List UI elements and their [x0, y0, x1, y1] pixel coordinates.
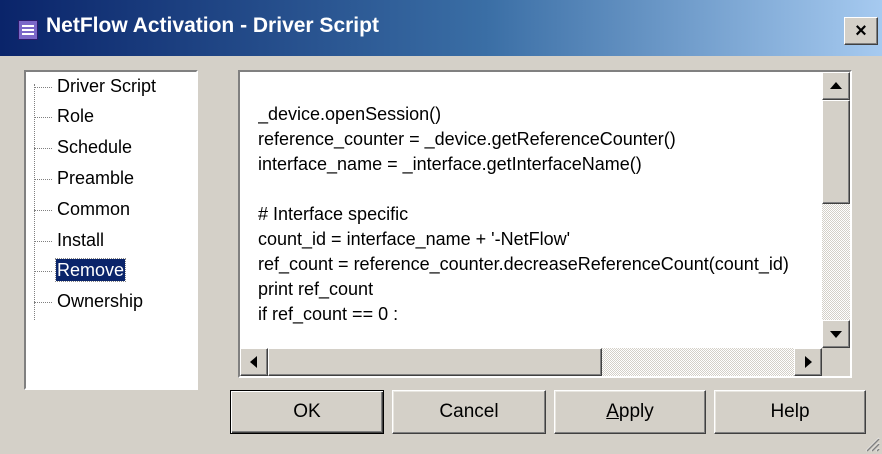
vertical-scroll-thumb[interactable]: [822, 100, 850, 204]
code-line: print ref_count: [258, 279, 374, 299]
tree-item-common[interactable]: Common: [34, 195, 194, 225]
arrow-right-icon: [805, 356, 812, 368]
tree-connector: [34, 302, 52, 303]
apply-accelerator: A: [606, 401, 619, 422]
scroll-up-button[interactable]: [822, 72, 850, 100]
cancel-button[interactable]: Cancel: [392, 390, 546, 434]
tree-connector: [34, 179, 52, 180]
apply-button[interactable]: Apply: [554, 390, 706, 434]
ok-button[interactable]: OK: [230, 390, 384, 434]
resize-grip-icon[interactable]: [862, 434, 880, 452]
tree-item-ownership[interactable]: Ownership: [34, 287, 194, 317]
tree-item-label: Schedule: [57, 137, 133, 157]
tree-item-schedule[interactable]: Schedule: [34, 133, 194, 163]
tree-item-driver-script[interactable]: Driver Script: [34, 72, 194, 102]
tree-item-label: Driver Script: [57, 76, 157, 96]
arrow-down-icon: [830, 331, 842, 338]
scroll-right-button[interactable]: [794, 348, 822, 376]
tree-item-install[interactable]: Install: [34, 226, 194, 256]
arrow-up-icon: [830, 82, 842, 89]
tree-item-label: Common: [57, 199, 131, 219]
code-line: interface_name = _interface.getInterface…: [258, 154, 642, 174]
code-line: count_id = interface_name + '-NetFlow': [258, 229, 571, 249]
script-text[interactable]: _device.openSession() reference_counter …: [258, 102, 828, 342]
scroll-left-button[interactable]: [240, 348, 268, 376]
code-line: ref_count = reference_counter.decreaseRe…: [258, 254, 789, 274]
tree-item-role[interactable]: Role: [34, 102, 194, 132]
tree-connector: [34, 271, 52, 272]
help-button[interactable]: Help: [714, 390, 866, 434]
tree-connector: [34, 241, 52, 242]
title-bar[interactable]: NetFlow Activation - Driver Script ×: [0, 0, 882, 56]
settings-tree[interactable]: Driver Script Role Schedule Preamble Com…: [24, 70, 198, 390]
tree-item-remove[interactable]: Remove: [34, 256, 194, 286]
tree-item-label: Remove: [54, 258, 127, 282]
scrollbar-corner: [822, 348, 850, 376]
close-button[interactable]: ×: [844, 17, 878, 45]
code-line: # Interface specific: [258, 204, 409, 224]
scroll-down-button[interactable]: [822, 320, 850, 348]
tree-item-label: Role: [57, 106, 95, 126]
tree-item-preamble[interactable]: Preamble: [34, 164, 194, 194]
code-line: _device.openSession(): [258, 104, 442, 124]
window-title: NetFlow Activation - Driver Script: [46, 14, 379, 37]
tree-connector: [34, 148, 52, 149]
arrow-left-icon: [250, 356, 257, 368]
tree-item-label: Preamble: [57, 168, 135, 188]
script-editor[interactable]: _device.openSession() reference_counter …: [238, 70, 852, 378]
tree-connector: [34, 210, 52, 211]
tree-connector: [34, 117, 52, 118]
apply-label: pply: [618, 401, 654, 422]
code-line: if ref_count == 0 :: [258, 304, 399, 324]
app-icon: [18, 20, 38, 40]
tree-connector: [34, 87, 52, 88]
horizontal-scroll-thumb[interactable]: [268, 348, 602, 376]
tree-item-label: Install: [57, 230, 105, 250]
tree-item-label: Ownership: [57, 291, 144, 311]
code-line: reference_counter = _device.getReference…: [258, 129, 676, 149]
